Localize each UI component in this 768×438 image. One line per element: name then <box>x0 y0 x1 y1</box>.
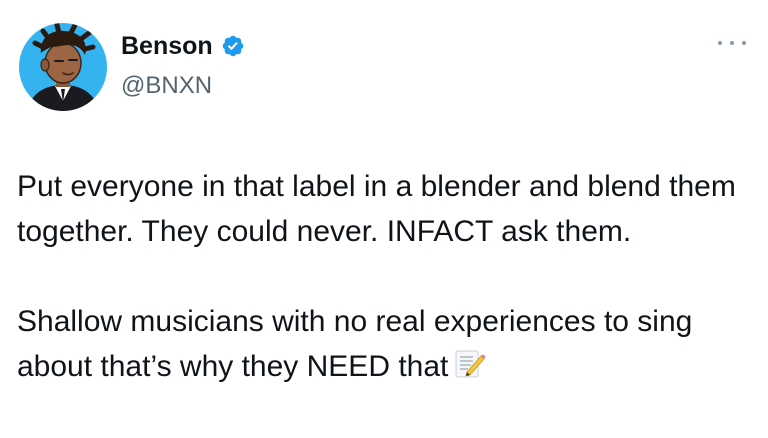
avatar-illustration <box>27 23 99 111</box>
author-handle[interactable]: @BNXN <box>121 71 212 101</box>
tweet-paragraph-2-text: Shallow musicians with no real experienc… <box>17 305 693 383</box>
tweet-text: Put everyone in that label in a blender … <box>17 164 757 389</box>
more-dot <box>718 41 722 45</box>
author-name-row: Benson <box>121 30 245 62</box>
display-name[interactable]: Benson <box>121 30 213 62</box>
avatar[interactable] <box>19 23 107 111</box>
tweet-paragraph-1: Put everyone in that label in a blender … <box>17 170 736 248</box>
tweet-paragraph-2: Shallow musicians with no real experienc… <box>17 299 757 389</box>
memo-emoji-icon <box>455 350 486 378</box>
tweet-card: Benson @BNXN Put everyone in that label … <box>0 0 768 438</box>
more-options-icon[interactable] <box>718 36 746 50</box>
more-dot <box>742 41 746 45</box>
more-dot <box>730 41 734 45</box>
verified-badge-icon <box>222 35 243 57</box>
